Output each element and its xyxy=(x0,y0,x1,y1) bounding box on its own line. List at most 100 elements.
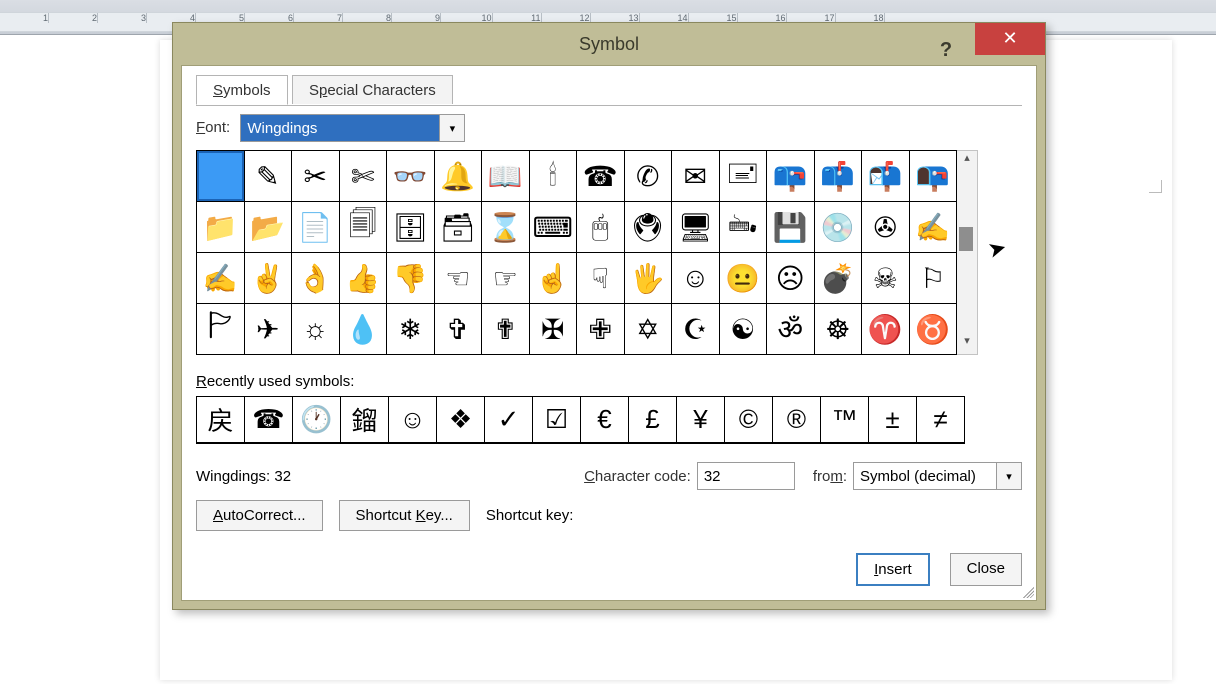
close-button[interactable]: Close xyxy=(950,553,1022,586)
recent-symbol-cell[interactable]: 鎦 xyxy=(341,397,389,443)
symbol-cell[interactable]: ☝ xyxy=(530,253,578,304)
recent-symbol-cell[interactable]: ☺ xyxy=(389,397,437,443)
symbol-cell[interactable]: ✂ xyxy=(292,151,340,202)
symbol-cell[interactable]: ☯ xyxy=(720,304,768,355)
recent-symbol-cell[interactable]: ✓ xyxy=(485,397,533,443)
symbol-cell[interactable]: 📁 xyxy=(197,202,245,253)
symbol-cell[interactable]: ॐ xyxy=(767,304,815,355)
recent-symbol-cell[interactable]: ¥ xyxy=(677,397,725,443)
symbol-cell[interactable]: ❄ xyxy=(387,304,435,355)
symbol-cell[interactable]: ☹ xyxy=(767,253,815,304)
symbol-cell[interactable]: ♈ xyxy=(862,304,910,355)
symbol-cell[interactable]: ♉ xyxy=(910,304,958,355)
help-button[interactable]: ? xyxy=(933,29,959,55)
recent-symbol-cell[interactable]: ≠ xyxy=(917,397,965,443)
autocorrect-button[interactable]: AutoCorrect... xyxy=(196,500,323,531)
symbol-cell[interactable]: 👌 xyxy=(292,253,340,304)
symbol-cell[interactable]: 🖦 xyxy=(720,202,768,253)
insert-button[interactable]: Insert xyxy=(856,553,930,586)
char-code-input[interactable] xyxy=(697,462,795,490)
shortcut-key-button[interactable]: Shortcut Key... xyxy=(339,500,470,531)
symbol-cell[interactable]: 🔔 xyxy=(435,151,483,202)
symbol-cell[interactable]: 🖱 xyxy=(577,202,625,253)
symbol-cell[interactable]: ✈ xyxy=(245,304,293,355)
symbol-cell[interactable]: 👍 xyxy=(340,253,388,304)
symbol-cell[interactable]: 🗄 xyxy=(387,202,435,253)
symbol-cell[interactable]: ☪ xyxy=(672,304,720,355)
symbol-cell[interactable]: ✞ xyxy=(435,304,483,355)
recent-symbol-cell[interactable]: £ xyxy=(629,397,677,443)
symbol-cell[interactable]: ⚐ xyxy=(910,253,958,304)
symbol-cell[interactable]: 🗃 xyxy=(435,202,483,253)
recent-symbol-cell[interactable]: 🕐 xyxy=(293,397,341,443)
symbol-cell[interactable]: 💧 xyxy=(340,304,388,355)
recent-symbol-cell[interactable]: ☑ xyxy=(533,397,581,443)
symbol-cell[interactable]: ✍ xyxy=(910,202,958,253)
symbol-cell[interactable]: ✍ xyxy=(197,253,245,304)
from-dropdown-button[interactable]: ▾ xyxy=(996,463,1021,489)
scroll-up-button[interactable]: ▴ xyxy=(957,151,977,171)
symbol-cell[interactable]: ✇ xyxy=(862,202,910,253)
symbol-cell[interactable]: 📖 xyxy=(482,151,530,202)
symbol-cell[interactable]: ☺ xyxy=(672,253,720,304)
symbol-cell[interactable]: ☎ xyxy=(577,151,625,202)
symbol-cell[interactable]: ☼ xyxy=(292,304,340,355)
symbol-cell[interactable]: ✡ xyxy=(625,304,673,355)
symbol-cell[interactable]: ⌛ xyxy=(482,202,530,253)
scroll-track[interactable] xyxy=(957,171,977,334)
symbol-cell[interactable]: 💣 xyxy=(815,253,863,304)
recent-symbol-cell[interactable]: ❖ xyxy=(437,397,485,443)
symbol-cell[interactable]: 😐 xyxy=(720,253,768,304)
symbol-cell[interactable]: 👓 xyxy=(387,151,435,202)
font-input[interactable] xyxy=(241,115,439,141)
close-x-button[interactable]: ✕ xyxy=(975,23,1045,55)
symbol-cell[interactable]: ⌨ xyxy=(530,202,578,253)
symbol-cell[interactable]: 📄 xyxy=(292,202,340,253)
symbol-cell[interactable]: 📬 xyxy=(862,151,910,202)
symbol-cell[interactable]: 📫 xyxy=(815,151,863,202)
grid-scrollbar[interactable]: ▴ ▾ xyxy=(957,150,978,355)
recent-symbol-cell[interactable]: 戻 xyxy=(197,397,245,443)
tab-symbols[interactable]: Symbols xyxy=(196,75,288,105)
symbol-cell[interactable]: 🕯 xyxy=(530,151,578,202)
symbol-cell[interactable]: 👎 xyxy=(387,253,435,304)
symbol-cell[interactable]: 💾 xyxy=(767,202,815,253)
scroll-thumb[interactable] xyxy=(959,227,973,251)
recent-symbol-cell[interactable]: ☎ xyxy=(245,397,293,443)
from-combobox[interactable]: ▾ xyxy=(853,462,1022,490)
recent-symbol-cell[interactable]: ± xyxy=(869,397,917,443)
symbol-cell[interactable]: ☟ xyxy=(577,253,625,304)
font-dropdown-button[interactable]: ▾ xyxy=(439,115,464,141)
symbol-cell[interactable]: ✎ xyxy=(245,151,293,202)
resize-grip[interactable] xyxy=(1020,584,1034,598)
font-combobox[interactable]: ▾ xyxy=(240,114,465,142)
recent-symbol-cell[interactable]: ™ xyxy=(821,397,869,443)
symbol-cell[interactable]: ✄ xyxy=(340,151,388,202)
symbol-cell[interactable]: ☞ xyxy=(482,253,530,304)
symbol-cell[interactable]: ☠ xyxy=(862,253,910,304)
symbol-cell[interactable]: 🖃 xyxy=(720,151,768,202)
scroll-down-button[interactable]: ▾ xyxy=(957,334,977,354)
symbol-cell[interactable]: 🗐 xyxy=(340,202,388,253)
from-input[interactable] xyxy=(854,463,996,489)
tab-special-characters[interactable]: Special Characters xyxy=(292,75,453,104)
symbol-cell[interactable]: ☜ xyxy=(435,253,483,304)
symbol-cell[interactable]: ✌ xyxy=(245,253,293,304)
recent-symbol-cell[interactable]: ® xyxy=(773,397,821,443)
symbol-cell[interactable]: 📪 xyxy=(767,151,815,202)
symbol-cell[interactable]: 🖥 xyxy=(672,202,720,253)
symbol-cell[interactable]: ✙ xyxy=(577,304,625,355)
symbol-cell[interactable]: 💿 xyxy=(815,202,863,253)
symbol-cell[interactable]: ☸ xyxy=(815,304,863,355)
symbol-cell[interactable]: 🖲 xyxy=(625,202,673,253)
symbol-cell[interactable]: ✠ xyxy=(530,304,578,355)
symbol-cell[interactable]: 🖐 xyxy=(625,253,673,304)
symbol-cell[interactable]: 📭 xyxy=(910,151,958,202)
symbol-cell[interactable]: ✟ xyxy=(482,304,530,355)
symbol-cell[interactable] xyxy=(197,151,245,202)
symbol-cell[interactable]: 🏱 xyxy=(197,304,245,355)
symbol-cell[interactable]: ✆ xyxy=(625,151,673,202)
recent-symbol-cell[interactable]: © xyxy=(725,397,773,443)
symbol-cell[interactable]: ✉ xyxy=(672,151,720,202)
symbol-cell[interactable]: 📂 xyxy=(245,202,293,253)
